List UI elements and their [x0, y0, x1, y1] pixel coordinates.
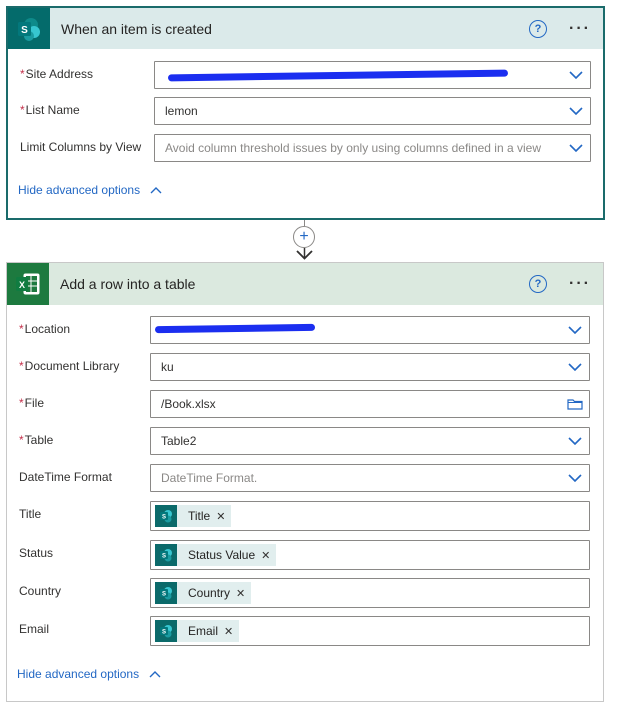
sharepoint-icon: S	[155, 620, 177, 642]
remove-token-icon[interactable]: ✕	[216, 510, 225, 523]
remove-token-icon[interactable]: ✕	[261, 549, 270, 562]
chevron-down-icon[interactable]	[561, 437, 589, 445]
datetime-format-placeholder: DateTime Format.	[161, 471, 258, 485]
file-row: *File /Book.xlsx	[7, 390, 603, 419]
sharepoint-icon: S	[155, 582, 177, 604]
title-label: Title	[19, 507, 42, 521]
country-label: Country	[19, 584, 62, 598]
more-options-icon[interactable]: ···	[569, 275, 591, 293]
svg-text:S: S	[162, 630, 166, 636]
dynamic-content-token[interactable]: S Status Value ✕	[155, 544, 277, 566]
chevron-down-icon[interactable]	[561, 326, 589, 334]
action-title[interactable]: Add a row into a table	[60, 276, 529, 292]
email-label: Email	[19, 622, 50, 636]
action-card[interactable]: X Add a row into a table ? ··· *Location…	[6, 262, 604, 702]
status-label: Status	[19, 546, 54, 560]
list-name-dropdown[interactable]: lemon	[154, 97, 591, 125]
chevron-down-icon[interactable]	[562, 71, 590, 79]
svg-text:S: S	[162, 554, 166, 560]
title-input[interactable]: S Title ✕	[150, 501, 590, 531]
trigger-header[interactable]: S When an item is created ? ···	[8, 8, 603, 49]
datetime-format-label: DateTime Format	[19, 470, 112, 484]
help-icon[interactable]: ?	[529, 275, 548, 293]
add-step-button[interactable]: +	[293, 226, 315, 248]
svg-text:S: S	[21, 25, 28, 36]
table-value: Table2	[161, 434, 197, 448]
svg-text:S: S	[162, 592, 166, 598]
document-library-row: *Document Library ku	[7, 353, 603, 382]
hide-advanced-options-link[interactable]: Hide advanced options	[18, 183, 162, 197]
datetime-format-row: DateTime Format DateTime Format.	[7, 464, 603, 493]
svg-text:S: S	[162, 515, 166, 521]
trigger-title[interactable]: When an item is created	[61, 21, 529, 37]
sharepoint-icon: S	[155, 505, 177, 527]
limit-columns-row: Limit Columns by View Avoid column thres…	[8, 134, 603, 163]
action-header[interactable]: X Add a row into a table ? ···	[7, 263, 603, 305]
status-input[interactable]: S Status Value ✕	[150, 540, 590, 570]
chevron-down-icon[interactable]	[562, 144, 590, 152]
status-row: Status S Status Value ✕	[7, 540, 603, 570]
chevron-down-icon[interactable]	[561, 474, 589, 482]
location-row: *Location	[7, 316, 603, 345]
table-dropdown[interactable]: Table2	[150, 427, 590, 455]
limit-columns-dropdown[interactable]: Avoid column threshold issues by only us…	[154, 134, 591, 162]
svg-text:X: X	[19, 280, 25, 290]
document-library-label: *Document Library	[19, 359, 120, 373]
hide-advanced-options-link[interactable]: Hide advanced options	[17, 667, 161, 681]
country-row: Country S Country ✕	[7, 578, 603, 608]
trigger-card[interactable]: S When an item is created ? ··· *Site Ad…	[6, 6, 605, 220]
list-name-value: lemon	[165, 104, 198, 118]
remove-token-icon[interactable]: ✕	[236, 587, 245, 600]
list-name-label: *List Name	[20, 103, 80, 117]
limit-columns-label: Limit Columns by View	[20, 140, 142, 154]
chevron-up-icon	[149, 671, 161, 678]
file-value: /Book.xlsx	[161, 397, 216, 411]
chevron-up-icon	[150, 187, 162, 194]
country-input[interactable]: S Country ✕	[150, 578, 590, 608]
folder-icon[interactable]	[561, 398, 589, 410]
help-icon[interactable]: ?	[529, 19, 548, 38]
document-library-dropdown[interactable]: ku	[150, 353, 590, 381]
limit-columns-placeholder: Avoid column threshold issues by only us…	[165, 141, 541, 155]
list-name-row: *List Name lemon	[8, 97, 603, 126]
more-options-icon[interactable]: ···	[569, 20, 591, 38]
remove-token-icon[interactable]: ✕	[224, 625, 233, 638]
dynamic-content-token[interactable]: S Email ✕	[155, 620, 240, 642]
arrow-down-icon	[296, 248, 313, 260]
location-label: *Location	[19, 322, 71, 336]
datetime-format-dropdown[interactable]: DateTime Format.	[150, 464, 590, 492]
chevron-down-icon[interactable]	[561, 363, 589, 371]
dynamic-content-token[interactable]: S Title ✕	[155, 505, 232, 527]
email-row: Email S Email ✕	[7, 616, 603, 646]
sharepoint-icon: S	[8, 8, 50, 49]
sharepoint-icon: S	[155, 544, 177, 566]
site-address-row: *Site Address	[8, 61, 603, 90]
excel-icon: X	[7, 263, 49, 305]
email-input[interactable]: S Email ✕	[150, 616, 590, 646]
document-library-value: ku	[161, 360, 174, 374]
chevron-down-icon[interactable]	[562, 107, 590, 115]
file-label: *File	[19, 396, 45, 410]
file-input[interactable]: /Book.xlsx	[150, 390, 590, 418]
table-row: *Table Table2	[7, 427, 603, 456]
site-address-label: *Site Address	[20, 67, 94, 81]
title-row: Title S Title ✕	[7, 501, 603, 531]
table-label: *Table	[19, 433, 54, 447]
dynamic-content-token[interactable]: S Country ✕	[155, 582, 252, 604]
